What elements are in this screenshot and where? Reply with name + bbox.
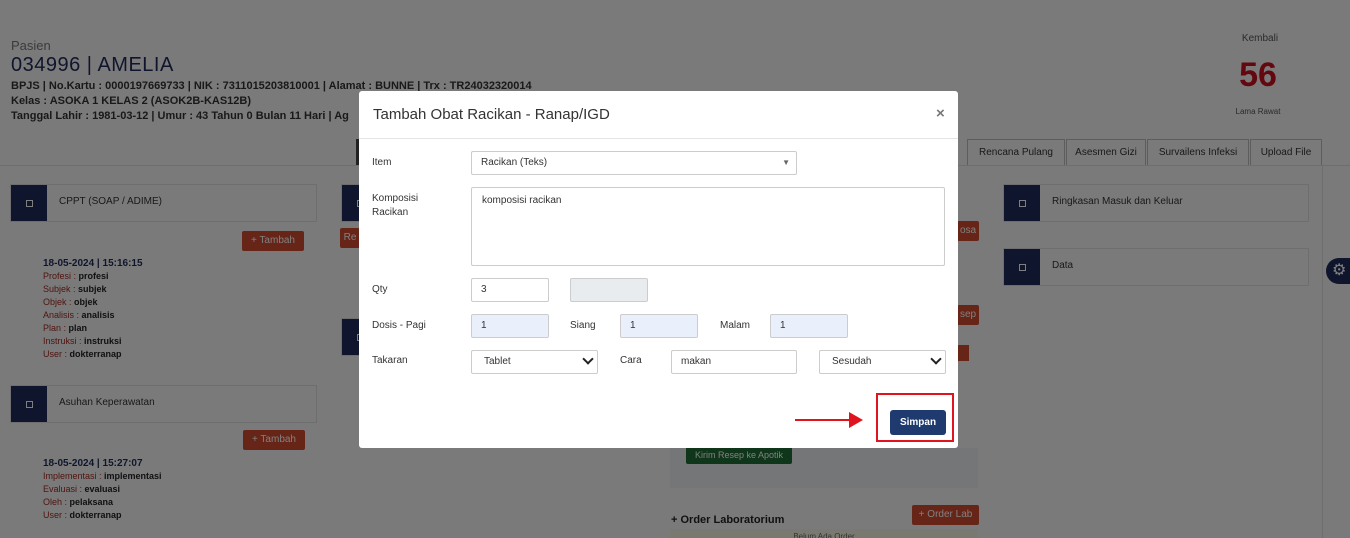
modal-title: Tambah Obat Racikan - Ranap/IGD [373, 106, 610, 123]
caret-down-icon: ▼ [782, 158, 790, 167]
waktu-select[interactable]: Sesudah [819, 350, 946, 374]
dosis-pagi-label: Dosis - Pagi [372, 320, 426, 331]
cara-input[interactable]: makan [671, 350, 797, 374]
item-label: Item [372, 157, 392, 168]
chevron-down-icon [582, 353, 594, 365]
racikan-modal: Tambah Obat Racikan - Ranap/IGD × Item R… [359, 91, 958, 448]
cara-label: Cara [620, 355, 642, 366]
close-icon[interactable]: × [936, 105, 945, 122]
dosis-malam-input[interactable]: 1 [770, 314, 848, 338]
qty-input[interactable]: 3 [471, 278, 549, 302]
qty-extra-field [570, 278, 648, 302]
takaran-select[interactable]: Tablet [471, 350, 598, 374]
arrow-right-icon [849, 412, 863, 428]
qty-label: Qty [372, 284, 388, 295]
komposisi-textarea[interactable]: komposisi racikan [471, 187, 945, 266]
pointer-arrow-line [795, 419, 851, 421]
komposisi-label: Komposisi Racikan [372, 193, 419, 218]
dosis-pagi-input[interactable]: 1 [471, 314, 549, 338]
chevron-down-icon [930, 353, 942, 365]
dosis-siang-input[interactable]: 1 [620, 314, 698, 338]
waktu-select-value: Sesudah [832, 356, 872, 367]
item-select-value: Racikan (Teks) [481, 157, 548, 168]
item-select[interactable]: Racikan (Teks) ▼ [471, 151, 797, 175]
modal-header: Tambah Obat Racikan - Ranap/IGD × [359, 91, 958, 139]
malam-label: Malam [720, 320, 751, 331]
takaran-select-value: Tablet [484, 356, 511, 367]
save-highlight-box [876, 393, 954, 442]
takaran-label: Takaran [372, 355, 408, 366]
siang-label: Siang [570, 320, 596, 331]
